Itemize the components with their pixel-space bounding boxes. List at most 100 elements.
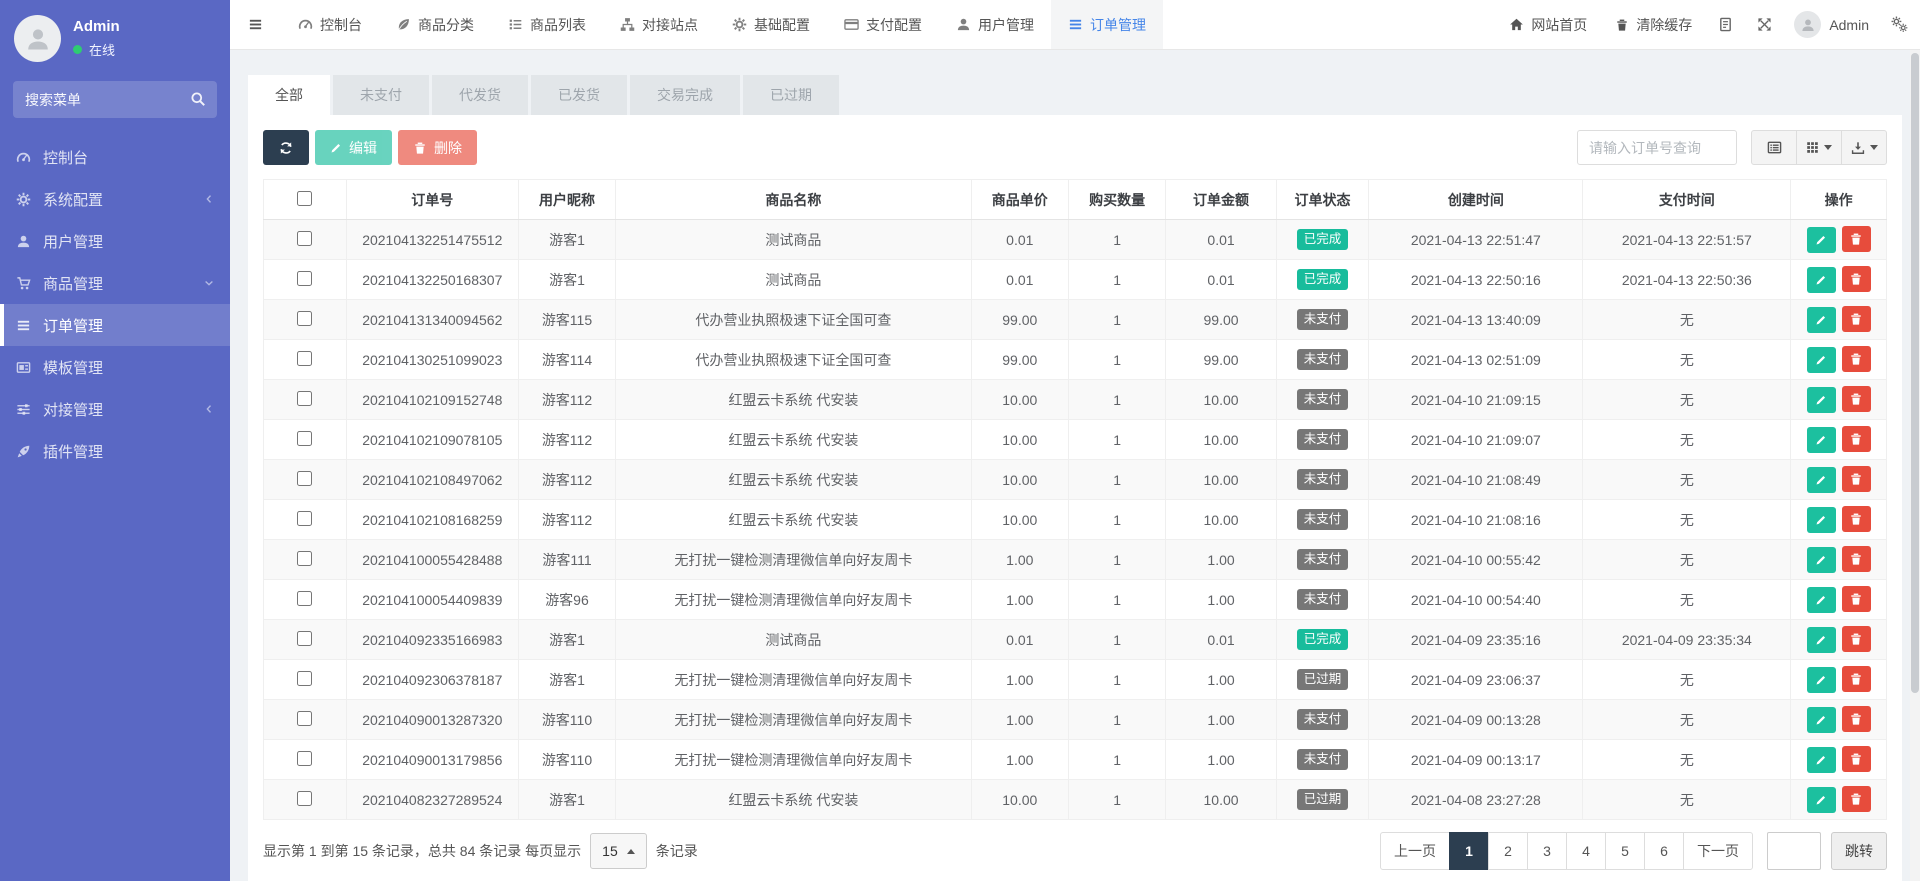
topnav-item-dock-site[interactable]: 对接站点	[603, 0, 715, 49]
topnav-item-order-mgmt[interactable]: 订单管理	[1051, 0, 1163, 49]
log-button[interactable]	[1706, 0, 1745, 49]
admin-user-menu[interactable]: Admin	[1784, 0, 1879, 49]
select-all-checkbox[interactable]	[297, 191, 312, 206]
page-button-prev[interactable]: 上一页	[1380, 832, 1450, 870]
row-edit-button[interactable]	[1807, 227, 1836, 253]
row-checkbox[interactable]	[297, 351, 312, 366]
column-header[interactable]: 操作	[1791, 180, 1887, 220]
row-checkbox[interactable]	[297, 631, 312, 646]
row-checkbox[interactable]	[297, 711, 312, 726]
row-delete-button[interactable]	[1842, 386, 1871, 412]
row-edit-button[interactable]	[1807, 627, 1836, 653]
column-header[interactable]: 购买数量	[1068, 180, 1165, 220]
row-edit-button[interactable]	[1807, 467, 1836, 493]
tab-completed[interactable]: 交易完成	[630, 75, 740, 115]
page-button-p4[interactable]: 4	[1566, 832, 1606, 870]
page-jump-button[interactable]: 跳转	[1831, 832, 1887, 870]
row-delete-button[interactable]	[1842, 706, 1871, 732]
topnav-item-base-config[interactable]: 基础配置	[715, 0, 827, 49]
topnav-item-goods-list[interactable]: 商品列表	[491, 0, 603, 49]
column-header[interactable]: 商品单价	[971, 180, 1068, 220]
column-header[interactable]: 订单状态	[1276, 180, 1369, 220]
column-header[interactable]: 商品名称	[616, 180, 971, 220]
sidebar-item-order-mgmt[interactable]: 订单管理	[0, 304, 230, 346]
search-icon[interactable]	[190, 91, 206, 107]
row-delete-button[interactable]	[1842, 506, 1871, 532]
topnav-item-goods-category[interactable]: 商品分类	[379, 0, 491, 49]
scrollbar[interactable]	[1910, 50, 1920, 881]
column-header[interactable]: 订单金额	[1166, 180, 1276, 220]
row-delete-button[interactable]	[1842, 426, 1871, 452]
row-checkbox[interactable]	[297, 511, 312, 526]
columns-button[interactable]	[1796, 130, 1842, 165]
tab-shipped[interactable]: 已发货	[531, 75, 627, 115]
page-button-p5[interactable]: 5	[1605, 832, 1645, 870]
row-edit-button[interactable]	[1807, 347, 1836, 373]
row-delete-button[interactable]	[1842, 266, 1871, 292]
row-edit-button[interactable]	[1807, 707, 1836, 733]
row-edit-button[interactable]	[1807, 267, 1836, 293]
row-edit-button[interactable]	[1807, 667, 1836, 693]
row-edit-button[interactable]	[1807, 507, 1836, 533]
tab-unpaid[interactable]: 未支付	[333, 75, 429, 115]
tab-expired[interactable]: 已过期	[743, 75, 839, 115]
row-delete-button[interactable]	[1842, 306, 1871, 332]
row-checkbox[interactable]	[297, 671, 312, 686]
hamburger-menu-icon[interactable]	[230, 0, 281, 49]
sidebar-item-goods-mgmt[interactable]: 商品管理	[0, 262, 230, 304]
sidebar-item-user-mgmt[interactable]: 用户管理	[0, 220, 230, 262]
sidebar-item-dock-mgmt[interactable]: 对接管理	[0, 388, 230, 430]
topnav-item-console[interactable]: 控制台	[281, 0, 379, 49]
page-size-select[interactable]: 15	[590, 833, 647, 869]
sidebar-item-console[interactable]: 控制台	[0, 136, 230, 178]
page-button-p1[interactable]: 1	[1449, 832, 1489, 870]
sidebar-item-template-mgmt[interactable]: 模板管理	[0, 346, 230, 388]
avatar[interactable]	[14, 15, 61, 62]
export-button[interactable]	[1841, 130, 1887, 165]
order-search-input[interactable]	[1577, 130, 1737, 165]
column-header[interactable]: 支付时间	[1583, 180, 1791, 220]
row-checkbox[interactable]	[297, 231, 312, 246]
topnav-item-pay-config[interactable]: 支付配置	[827, 0, 939, 49]
menu-search-input[interactable]	[13, 81, 217, 118]
row-checkbox[interactable]	[297, 471, 312, 486]
page-button-next[interactable]: 下一页	[1683, 832, 1753, 870]
row-edit-button[interactable]	[1807, 387, 1836, 413]
row-delete-button[interactable]	[1842, 786, 1871, 812]
delete-button[interactable]: 删除	[398, 130, 477, 165]
tab-all[interactable]: 全部	[248, 75, 330, 115]
page-button-p2[interactable]: 2	[1488, 832, 1528, 870]
row-edit-button[interactable]	[1807, 747, 1836, 773]
edit-button[interactable]: 编辑	[315, 130, 392, 165]
fullscreen-button[interactable]	[1745, 0, 1784, 49]
row-delete-button[interactable]	[1842, 626, 1871, 652]
row-delete-button[interactable]	[1842, 586, 1871, 612]
row-edit-button[interactable]	[1807, 427, 1836, 453]
row-checkbox[interactable]	[297, 551, 312, 566]
page-button-p3[interactable]: 3	[1527, 832, 1567, 870]
scrollbar-thumb[interactable]	[1911, 53, 1919, 693]
site-home-link[interactable]: 网站首页	[1495, 0, 1601, 49]
detail-view-button[interactable]	[1751, 130, 1797, 165]
sidebar-item-plugin-mgmt[interactable]: 插件管理	[0, 430, 230, 472]
page-jump-input[interactable]	[1767, 832, 1821, 870]
row-checkbox[interactable]	[297, 751, 312, 766]
row-edit-button[interactable]	[1807, 307, 1836, 333]
row-checkbox[interactable]	[297, 791, 312, 806]
row-delete-button[interactable]	[1842, 226, 1871, 252]
row-delete-button[interactable]	[1842, 546, 1871, 572]
clear-cache-button[interactable]: 清除缓存	[1601, 0, 1706, 49]
row-delete-button[interactable]	[1842, 466, 1871, 492]
row-delete-button[interactable]	[1842, 666, 1871, 692]
refresh-button[interactable]	[263, 130, 309, 165]
row-delete-button[interactable]	[1842, 346, 1871, 372]
row-checkbox[interactable]	[297, 271, 312, 286]
settings-button[interactable]	[1879, 0, 1920, 49]
row-checkbox[interactable]	[297, 591, 312, 606]
row-edit-button[interactable]	[1807, 587, 1836, 613]
page-button-p6[interactable]: 6	[1644, 832, 1684, 870]
sidebar-item-system-config[interactable]: 系统配置	[0, 178, 230, 220]
row-checkbox[interactable]	[297, 311, 312, 326]
column-header[interactable]: 创建时间	[1369, 180, 1583, 220]
row-checkbox[interactable]	[297, 431, 312, 446]
